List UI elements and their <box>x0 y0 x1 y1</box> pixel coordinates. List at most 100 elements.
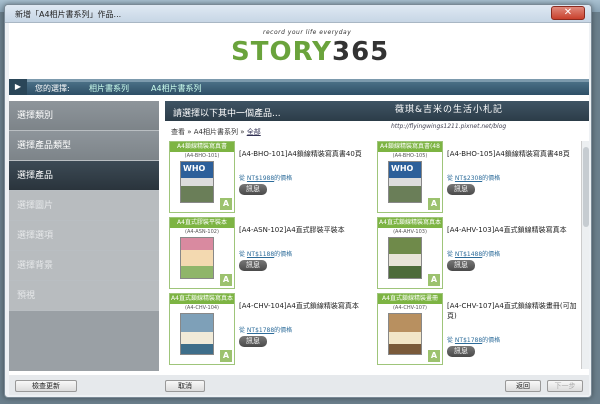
product-info: [A4-ASN-102]A4直式膠裝平裝本 從 NT$1188的價格 訊息 <box>239 217 371 271</box>
product-price: 從 NT$1988的價格 <box>239 175 293 182</box>
breadcrumb-category[interactable]: 相片書系列 <box>89 83 129 94</box>
play-icon: ▶ <box>9 79 27 95</box>
product-thumbnail[interactable]: A4直式鎖線精裝寫真本 (A4-AHV-103) A <box>377 217 443 289</box>
window-title: 新增「A4相片書系列」作品... <box>15 10 122 19</box>
blog-watermark-url: http://flyingwings1211.pixnet.net/blog <box>391 123 507 130</box>
info-button[interactable]: 訊息 <box>239 336 267 347</box>
check-update-button[interactable]: 檢查更新 <box>15 380 77 392</box>
next-button: 下一步 <box>547 380 583 392</box>
price-link[interactable]: NT$1188 <box>247 251 274 258</box>
product-code: (A4-AHV-103) <box>393 229 427 235</box>
sidebar-item-select-options: 選擇選項 <box>9 221 159 251</box>
product-grid: A4鎖線精裝寫真書 (A4-BHO-101) WHO A [A4-BHO-101… <box>169 141 581 369</box>
product-info: [A4-CHV-104]A4直式鎖線精裝寫真本 從 NT$1788的價格 訊息 <box>239 293 371 347</box>
book-cover-title: WHO <box>391 164 414 173</box>
info-button[interactable]: 訊息 <box>447 346 475 357</box>
a4-badge-icon: A <box>428 274 440 286</box>
product-card[interactable]: A4直式鎖線精裝寫真本 (A4-CHV-104) A [A4-CHV-104]A… <box>169 293 373 365</box>
breadcrumb: ▶ 您的選擇: 相片書系列 A4相片書系列 <box>9 79 589 95</box>
logo-word: STORY <box>231 37 332 67</box>
book-cover-image <box>180 237 214 279</box>
price-link[interactable]: NT$2308 <box>455 175 482 182</box>
product-category-label: A4直式鎖線精裝畫冊 <box>378 294 442 304</box>
product-info: [A4-AHV-103]A4直式鎖線精裝寫真本 從 NT$1488的價格 訊息 <box>447 217 579 271</box>
product-code: (A4-BHO-105) <box>392 153 428 159</box>
product-card[interactable]: A4鎖線精裝寫真書(48頁) (A4-BHO-105) WHO A [A4-BH… <box>377 141 581 213</box>
info-button[interactable]: 訊息 <box>447 184 475 195</box>
cancel-button[interactable]: 取消 <box>165 380 205 392</box>
product-card[interactable]: A4直式膠裝平裝本 (A4-ASN-102) A [A4-ASN-102]A4直… <box>169 217 373 289</box>
product-info: [A4-BHO-105]A4鎖線精裝寫真書48頁 從 NT$2308的價格 訊息 <box>447 141 579 195</box>
product-category-label: A4鎖線精裝寫真書 <box>170 142 234 152</box>
product-thumbnail[interactable]: A4直式鎖線精裝畫冊 (A4-CHV-107) A <box>377 293 443 365</box>
product-category-label: A4鎖線精裝寫真書(48頁) <box>378 142 442 160</box>
product-category-label: A4直式鎖線精裝寫真本 <box>170 294 234 304</box>
product-panel: 請選擇以下其中一個產品... 薇琪&吉米の生活小札記 http://flying… <box>165 101 589 369</box>
product-card[interactable]: A4鎖線精裝寫真書 (A4-BHO-101) WHO A [A4-BHO-101… <box>169 141 373 213</box>
sidebar-item-preview: 預視 <box>9 281 159 311</box>
product-category-label: A4直式鎖線精裝寫真本 <box>378 218 442 228</box>
product-info: [A4-BHO-101]A4鎖線精裝寫真書40頁 從 NT$1988的價格 訊息 <box>239 141 371 195</box>
product-price: 從 NT$1488的價格 <box>447 251 501 258</box>
logo-tagline: record your life everyday <box>263 29 352 36</box>
sidebar-item-select-category[interactable]: 選擇類別 <box>9 101 159 131</box>
price-link[interactable]: NT$1788 <box>455 337 482 344</box>
close-button[interactable]: ✕ <box>551 6 585 20</box>
product-name: [A4-BHO-101]A4鎖線精裝寫真書40頁 <box>239 150 362 158</box>
product-card[interactable]: A4直式鎖線精裝寫真本 (A4-AHV-103) A [A4-AHV-103]A… <box>377 217 581 289</box>
price-link[interactable]: NT$1988 <box>247 175 274 182</box>
subheading-prefix: 查看 » A4相片書系列 » <box>171 128 247 136</box>
back-button[interactable]: 返回 <box>505 380 541 392</box>
price-link[interactable]: NT$1788 <box>247 327 274 334</box>
info-button[interactable]: 訊息 <box>239 260 267 271</box>
book-cover-title: WHO <box>183 164 206 173</box>
product-name: [A4-CHV-107]A4直式鎖線精裝畫冊(可加頁) <box>447 302 577 320</box>
breadcrumb-series[interactable]: A4相片書系列 <box>151 83 202 94</box>
book-cover-image <box>388 313 422 355</box>
dialog-content: record your life everyday STORY365 ▶ 您的選… <box>9 23 589 395</box>
a4-badge-icon: A <box>220 274 232 286</box>
book-cover-image: WHO <box>388 161 422 203</box>
a4-badge-icon: A <box>220 350 232 362</box>
product-category-label: A4直式膠裝平裝本 <box>170 218 234 228</box>
product-price: 從 NT$1188的價格 <box>239 251 293 258</box>
product-name: [A4-AHV-103]A4直式鎖線精裝寫真本 <box>447 226 567 234</box>
product-price: 從 NT$1788的價格 <box>239 327 293 334</box>
product-code: (A4-CHV-107) <box>392 305 428 311</box>
breadcrumb-label: 您的選擇: <box>35 84 70 93</box>
logo-area: record your life everyday STORY365 <box>9 23 589 79</box>
info-button[interactable]: 訊息 <box>447 260 475 271</box>
product-name: [A4-CHV-104]A4直式鎖線精裝寫真本 <box>239 302 359 310</box>
product-code: (A4-CHV-104) <box>184 305 220 311</box>
product-price: 從 NT$2308的價格 <box>447 175 501 182</box>
price-link[interactable]: NT$1488 <box>455 251 482 258</box>
panel-title: 請選擇以下其中一個產品... <box>173 109 281 119</box>
product-code: (A4-ASN-102) <box>185 229 219 235</box>
product-name: [A4-BHO-105]A4鎖線精裝寫真書48頁 <box>447 150 570 158</box>
blog-watermark: 薇琪&吉米の生活小札記 <box>395 105 504 115</box>
product-thumbnail[interactable]: A4鎖線精裝寫真書 (A4-BHO-101) WHO A <box>169 141 235 213</box>
product-thumbnail[interactable]: A4直式鎖線精裝寫真本 (A4-CHV-104) A <box>169 293 235 365</box>
product-thumbnail[interactable]: A4鎖線精裝寫真書(48頁) (A4-BHO-105) WHO A <box>377 141 443 213</box>
info-button[interactable]: 訊息 <box>239 184 267 195</box>
product-info: [A4-CHV-107]A4直式鎖線精裝畫冊(可加頁) 從 NT$1788的價格… <box>447 293 579 357</box>
a4-badge-icon: A <box>428 350 440 362</box>
panel-subheading: 查看 » A4相片書系列 » 全部 <box>171 127 261 137</box>
logo-number: 365 <box>332 37 390 67</box>
product-scrollbar[interactable] <box>581 141 589 369</box>
sidebar-item-select-product-type[interactable]: 選擇產品類型 <box>9 131 159 161</box>
sidebar-item-select-background: 選擇背景 <box>9 251 159 281</box>
scrollbar-thumb[interactable] <box>583 147 589 227</box>
product-thumbnail[interactable]: A4直式膠裝平裝本 (A4-ASN-102) A <box>169 217 235 289</box>
book-cover-image: WHO <box>180 161 214 203</box>
sidebar-item-select-images: 選擇圖片 <box>9 191 159 221</box>
title-bar: 新增「A4相片書系列」作品... ✕ <box>5 5 591 23</box>
steps-sidebar: 選擇類別 選擇產品類型 選擇產品 選擇圖片 選擇選項 選擇背景 預視 <box>9 101 159 371</box>
story365-logo: STORY365 <box>231 37 389 67</box>
footer-bar: 檢查更新 取消 返回 下一步 <box>9 375 589 395</box>
subheading-link[interactable]: 全部 <box>247 128 261 136</box>
app-window: 新增「A4相片書系列」作品... ✕ record your life ever… <box>4 4 592 398</box>
product-card[interactable]: A4直式鎖線精裝畫冊 (A4-CHV-107) A [A4-CHV-107]A4… <box>377 293 581 365</box>
sidebar-item-select-product[interactable]: 選擇產品 <box>9 161 159 191</box>
panel-header: 請選擇以下其中一個產品... 薇琪&吉米の生活小札記 <box>165 101 589 121</box>
